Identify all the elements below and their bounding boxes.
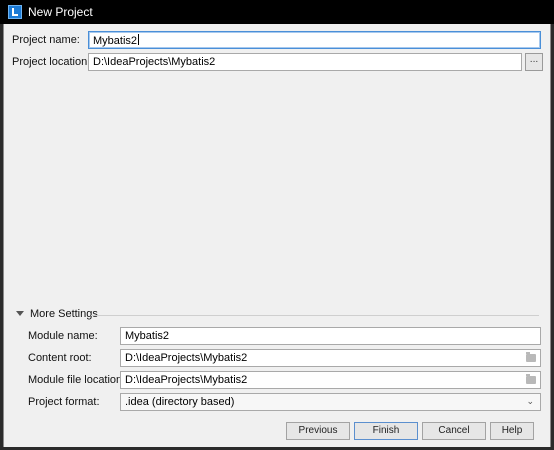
module-file-location-input[interactable]: D:\IdeaProjects\Mybatis2 <box>120 371 541 389</box>
new-project-dialog: Project name: Mybatis2 Project location:… <box>3 24 551 447</box>
intellij-idea-icon <box>8 5 22 19</box>
module-file-location-value: D:\IdeaProjects\Mybatis2 <box>125 374 248 386</box>
module-file-location-label: Module file location: <box>28 374 126 386</box>
window-title: New Project <box>28 5 93 19</box>
previous-button[interactable]: Previous <box>286 422 350 440</box>
more-settings-header[interactable]: More Settings <box>16 308 541 321</box>
browse-button[interactable]: ... <box>525 53 543 71</box>
finish-button[interactable]: Finish <box>354 422 418 440</box>
folder-icon[interactable] <box>526 352 536 362</box>
title-bar: New Project <box>0 0 554 24</box>
module-name-label: Module name: <box>28 330 98 342</box>
section-divider <box>91 315 539 316</box>
content-root-label: Content root: <box>28 352 92 364</box>
folder-icon[interactable] <box>526 374 536 384</box>
help-button[interactable]: Help <box>490 422 534 440</box>
chevron-down-icon: ⌄ <box>526 396 534 406</box>
more-settings-label: More Settings <box>30 308 98 320</box>
module-name-value: Mybatis2 <box>125 330 170 342</box>
cancel-button[interactable]: Cancel <box>422 422 486 440</box>
project-format-select[interactable]: .idea (directory based) ⌄ <box>120 393 541 411</box>
content-root-input[interactable]: D:\IdeaProjects\Mybatis2 <box>120 349 541 367</box>
text-cursor <box>138 34 140 45</box>
collapse-triangle-icon <box>16 311 24 316</box>
project-name-label: Project name: <box>12 34 80 46</box>
content-root-value: D:\IdeaProjects\Mybatis2 <box>125 352 248 364</box>
project-name-value: Mybatis2 <box>93 35 138 47</box>
module-name-input[interactable]: Mybatis2 <box>120 327 541 345</box>
project-location-label: Project location: <box>12 56 91 68</box>
project-format-label: Project format: <box>28 396 100 408</box>
project-location-input[interactable]: D:\IdeaProjects\Mybatis2 <box>88 53 522 71</box>
project-format-value: .idea (directory based) <box>125 396 235 408</box>
project-name-input[interactable]: Mybatis2 <box>88 31 541 49</box>
project-location-value: D:\IdeaProjects\Mybatis2 <box>93 56 216 68</box>
